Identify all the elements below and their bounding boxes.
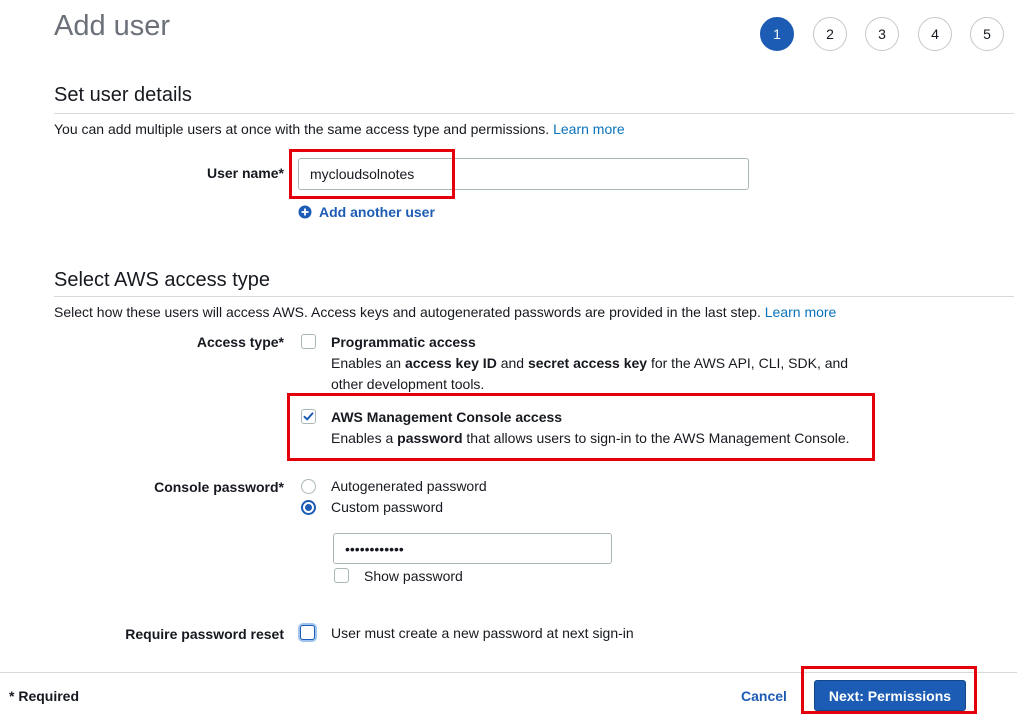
required-note: * Required [9, 688, 80, 704]
section-divider [54, 296, 1014, 297]
learn-more-link[interactable]: Learn more [553, 121, 625, 137]
cancel-button[interactable]: Cancel [741, 688, 787, 704]
programmatic-desc-part: Enables an [331, 355, 405, 371]
programmatic-desc-part: and [496, 355, 528, 371]
programmatic-desc-part: other development tools. [331, 376, 485, 392]
require-password-reset-label: Require password reset [125, 626, 284, 642]
programmatic-desc-bold: access key ID [404, 355, 497, 371]
section-title-access-type: Select AWS access type [54, 269, 271, 291]
section-divider [54, 113, 1014, 114]
custom-password-input[interactable] [333, 533, 612, 564]
add-another-user-button[interactable]: Add another user [298, 204, 435, 220]
programmatic-desc-part: for the AWS API, CLI, SDK, and [647, 355, 849, 371]
page-title: Add user [54, 10, 171, 42]
add-another-user-label: Add another user [319, 204, 435, 220]
require-password-reset-checkbox[interactable] [300, 625, 315, 640]
plus-circle-icon [298, 205, 312, 219]
access-type-description-text: Select how these users will access AWS. … [54, 304, 761, 320]
custom-password-radio[interactable] [301, 500, 316, 515]
user-details-description: You can add multiple users at once with … [54, 121, 625, 137]
programmatic-access-checkbox[interactable] [301, 334, 316, 349]
access-type-description: Select how these users will access AWS. … [54, 304, 836, 320]
show-password-label: Show password [364, 568, 463, 584]
highlight-box-next-button [801, 666, 977, 714]
user-name-label: User name* [206, 165, 284, 181]
step-1-indicator[interactable]: 1 [760, 17, 794, 51]
require-password-reset-text: User must create a new password at next … [331, 625, 634, 641]
programmatic-access-description: Enables an access key ID and secret acce… [331, 353, 891, 395]
access-type-label: Access type* [196, 334, 284, 350]
programmatic-desc-bold: secret access key [527, 355, 648, 371]
step-4-indicator[interactable]: 4 [918, 17, 952, 51]
console-password-label: Console password* [154, 479, 284, 495]
step-5-indicator[interactable]: 5 [970, 17, 1004, 51]
programmatic-access-title: Programmatic access [331, 334, 476, 350]
autogenerated-password-radio[interactable] [301, 479, 316, 494]
highlight-box-console-access [287, 393, 875, 461]
highlight-box-user-name [289, 149, 455, 199]
user-details-description-text: You can add multiple users at once with … [54, 121, 550, 137]
section-title-user-details: Set user details [54, 84, 192, 106]
learn-more-link[interactable]: Learn more [765, 304, 837, 320]
autogenerated-password-label: Autogenerated password [331, 478, 487, 494]
custom-password-label: Custom password [331, 499, 444, 515]
step-3-indicator[interactable]: 3 [865, 17, 899, 51]
step-2-indicator[interactable]: 2 [813, 17, 847, 51]
show-password-checkbox[interactable] [334, 568, 349, 583]
